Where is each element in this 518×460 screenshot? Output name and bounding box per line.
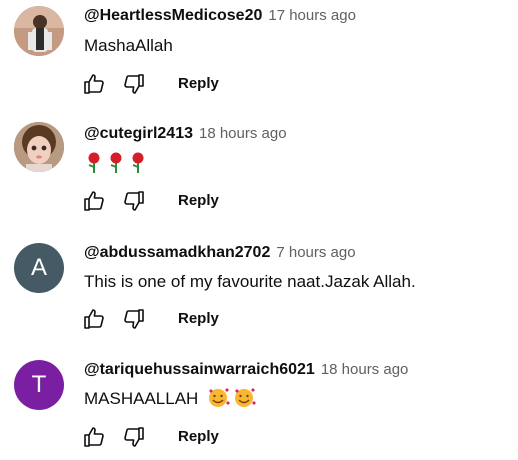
avatar[interactable]: T bbox=[14, 360, 64, 410]
avatar[interactable]: A bbox=[14, 243, 64, 293]
comment-time[interactable]: 7 hours ago bbox=[276, 244, 355, 261]
avatar-letter: T bbox=[31, 371, 47, 398]
thumb-up-icon[interactable] bbox=[82, 425, 106, 449]
thumb-up-icon[interactable] bbox=[82, 72, 106, 96]
thumb-down-icon[interactable] bbox=[122, 72, 146, 96]
reply-button[interactable]: Reply bbox=[178, 75, 219, 92]
smiling-face-with-hearts-icon bbox=[235, 388, 257, 408]
rose-icon bbox=[110, 152, 122, 173]
comment-text-value: MASHAALLAH bbox=[84, 389, 199, 408]
comment: @cutegirl2413 18 hours ago Reply bbox=[0, 122, 518, 222]
rose-icon bbox=[88, 152, 100, 173]
comment-actions: Reply bbox=[82, 72, 282, 98]
avatar-letter: A bbox=[30, 254, 47, 281]
comment-time[interactable]: 18 hours ago bbox=[321, 361, 409, 378]
reply-button[interactable]: Reply bbox=[178, 428, 219, 445]
thumb-down-icon[interactable] bbox=[122, 425, 146, 449]
rose-emoji-group bbox=[88, 152, 144, 173]
comment-header: @HeartlessMedicose20 17 hours ago bbox=[84, 7, 356, 25]
avatar[interactable] bbox=[14, 6, 64, 56]
comment-header: @cutegirl2413 18 hours ago bbox=[84, 125, 287, 143]
author-name[interactable]: @cutegirl2413 bbox=[84, 125, 193, 142]
reply-button[interactable]: Reply bbox=[178, 310, 219, 327]
smiling-face-with-hearts-icon bbox=[209, 388, 231, 408]
comment-text: MASHAALLAH bbox=[84, 388, 257, 409]
comment-header: @abdussamadkhan2702 7 hours ago bbox=[84, 244, 356, 262]
smiling-face-with-hearts-group bbox=[209, 388, 257, 408]
thumb-down-icon[interactable] bbox=[122, 307, 146, 331]
comment: T @tariquehussainwarraich6021 18 hours ag… bbox=[0, 358, 518, 458]
author-name[interactable]: @abdussamadkhan2702 bbox=[84, 244, 270, 261]
author-name[interactable]: @HeartlessMedicose20 bbox=[84, 7, 262, 24]
avatar-photo bbox=[14, 122, 64, 172]
comment-actions: Reply bbox=[82, 425, 282, 451]
thumb-down-icon[interactable] bbox=[122, 189, 146, 213]
avatar[interactable] bbox=[14, 122, 64, 172]
avatar-photo bbox=[14, 6, 64, 56]
comment-header: @tariquehussainwarraich6021 18 hours ago bbox=[84, 361, 408, 379]
comment: A @abdussamadkhan2702 7 hours ago This is… bbox=[0, 241, 518, 341]
comment-actions: Reply bbox=[82, 307, 282, 333]
comment-text: MashaAllah bbox=[84, 36, 173, 55]
comment-text bbox=[84, 150, 144, 174]
comment-time[interactable]: 17 hours ago bbox=[268, 7, 356, 24]
reply-button[interactable]: Reply bbox=[178, 192, 219, 209]
rose-icon bbox=[132, 152, 144, 173]
comment-time[interactable]: 18 hours ago bbox=[199, 125, 287, 142]
thumb-up-icon[interactable] bbox=[82, 307, 106, 331]
comment: @HeartlessMedicose20 17 hours ago MashaAl… bbox=[0, 4, 518, 104]
comment-text: This is one of my favourite naat.Jazak A… bbox=[84, 272, 416, 291]
thumb-up-icon[interactable] bbox=[82, 189, 106, 213]
author-name[interactable]: @tariquehussainwarraich6021 bbox=[84, 361, 315, 378]
comment-actions: Reply bbox=[82, 189, 282, 215]
